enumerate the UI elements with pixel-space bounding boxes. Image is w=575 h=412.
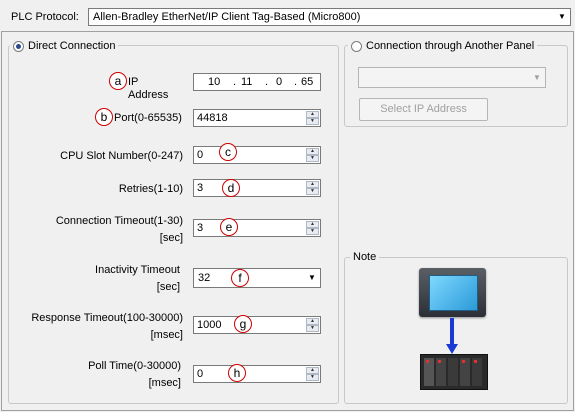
spin-up-icon[interactable]: ▲ [306,318,319,325]
protocol-label: PLC Protocol: [11,11,79,23]
another-panel-select[interactable]: ▼ [358,67,546,88]
ip-address-input[interactable]: 10 . 11 . 0 . 65 [193,73,321,91]
hmi-screen [429,275,478,311]
retries-value: 3 [197,182,204,194]
cpu-slot-value: 0 [197,149,204,161]
connection-timeout-value: 3 [197,222,204,234]
retries-input[interactable]: 3 ▲ ▼ [193,179,321,197]
note-title: Note [350,251,380,264]
ip-dot: . [233,76,237,88]
badge-a: a [109,72,127,90]
response-timeout-spinner[interactable]: ▲ ▼ [306,318,319,332]
response-timeout-label-2: [msec] [150,329,183,341]
spin-down-icon[interactable]: ▼ [306,228,319,235]
connection-timeout-spinner[interactable]: ▲ ▼ [306,221,319,235]
port-spinner[interactable]: ▲ ▼ [306,111,319,125]
poll-time-label: Poll Time(0-30000) [msec] [40,360,181,390]
ip-dot: . [294,76,298,88]
inactivity-timeout-value: 32 [198,272,211,284]
port-input[interactable]: 44818 ▲ ▼ [193,109,321,127]
spin-down-icon[interactable]: ▼ [306,188,319,195]
badge-g: g [234,315,252,333]
chevron-down-icon[interactable]: ▼ [554,9,570,25]
badge-e: e [220,218,238,236]
connection-timeout-input[interactable]: 3 ▲ ▼ [193,219,321,237]
badge-h: h [228,364,246,382]
spin-up-icon[interactable]: ▲ [306,367,319,374]
spin-up-icon[interactable]: ▲ [306,111,319,118]
inactivity-timeout-label: Inactivity Timeout [sec] [40,264,180,294]
direct-connection-label: Direct Connection [28,40,116,52]
port-value: 44818 [197,112,228,124]
spin-up-icon[interactable]: ▲ [306,181,319,188]
spin-down-icon[interactable]: ▼ [306,374,319,381]
spin-down-icon[interactable]: ▼ [306,155,319,162]
inactivity-timeout-select[interactable]: 32 ▼ [193,268,321,288]
protocol-select[interactable]: Allen-Bradley EtherNet/IP Client Tag-Bas… [88,8,571,26]
retries-label: Retries(1-10) [118,183,183,195]
cpu-slot-spinner[interactable]: ▲ ▼ [306,148,319,162]
response-timeout-value: 1000 [197,319,222,331]
select-ip-address-button[interactable]: Select IP Address [359,98,488,121]
spin-up-icon[interactable]: ▲ [306,221,319,228]
ip-address-label: IP Address [128,76,169,101]
poll-time-label-1: Poll Time(0-30000) [88,360,181,372]
response-timeout-label: Response Timeout(100-30000) [msec] [20,312,183,342]
inactivity-timeout-label-1: Inactivity Timeout [95,264,180,276]
another-panel-radio[interactable] [351,40,362,52]
ip-octet-2: 11 [241,76,253,88]
badge-d: d [222,179,240,197]
spin-down-icon[interactable]: ▼ [306,325,319,332]
ip-octet-4: 65 [301,76,314,88]
response-timeout-input[interactable]: 1000 ▲ ▼ [193,316,321,334]
badge-c: c [219,143,237,161]
spin-down-icon[interactable]: ▼ [306,118,319,125]
response-timeout-label-1: Response Timeout(100-30000) [31,312,183,324]
badge-f: f [231,269,249,287]
inactivity-timeout-label-2: [sec] [156,281,180,293]
direct-connection-option[interactable]: Direct Connection [10,39,119,53]
connection-timeout-label-2: [sec] [159,232,183,244]
poll-time-spinner[interactable]: ▲ ▼ [306,367,319,381]
spin-up-icon[interactable]: ▲ [306,148,319,155]
port-label: Port(0-65535) [114,112,182,124]
chevron-down-icon[interactable]: ▼ [529,68,545,87]
ip-octet-3: 0 [276,76,283,88]
cpu-slot-label: CPU Slot Number(0-247) [60,150,183,162]
poll-time-input[interactable]: 0 ▲ ▼ [193,365,321,383]
poll-time-value: 0 [197,368,204,380]
hmi-panel-icon [419,268,486,317]
chevron-down-icon[interactable]: ▼ [304,269,320,287]
arrow-down-icon [446,318,458,354]
ip-dot: . [265,76,269,88]
retries-spinner[interactable]: ▲ ▼ [306,181,319,195]
poll-time-label-2: [msec] [148,377,181,389]
another-panel-label: Connection through Another Panel [366,40,535,52]
ip-octet-1: 10 [208,76,221,88]
direct-connection-radio[interactable] [13,40,24,52]
connection-timeout-label-1: Connection Timeout(1-30) [55,215,183,227]
plc-rack-icon [420,354,488,390]
badge-b: b [95,108,113,126]
protocol-select-value: Allen-Bradley EtherNet/IP Client Tag-Bas… [93,11,361,23]
another-panel-option[interactable]: Connection through Another Panel [348,39,538,53]
cpu-slot-input[interactable]: 0 ▲ ▼ [193,146,321,164]
connection-timeout-label: Connection Timeout(1-30) [sec] [40,215,183,245]
